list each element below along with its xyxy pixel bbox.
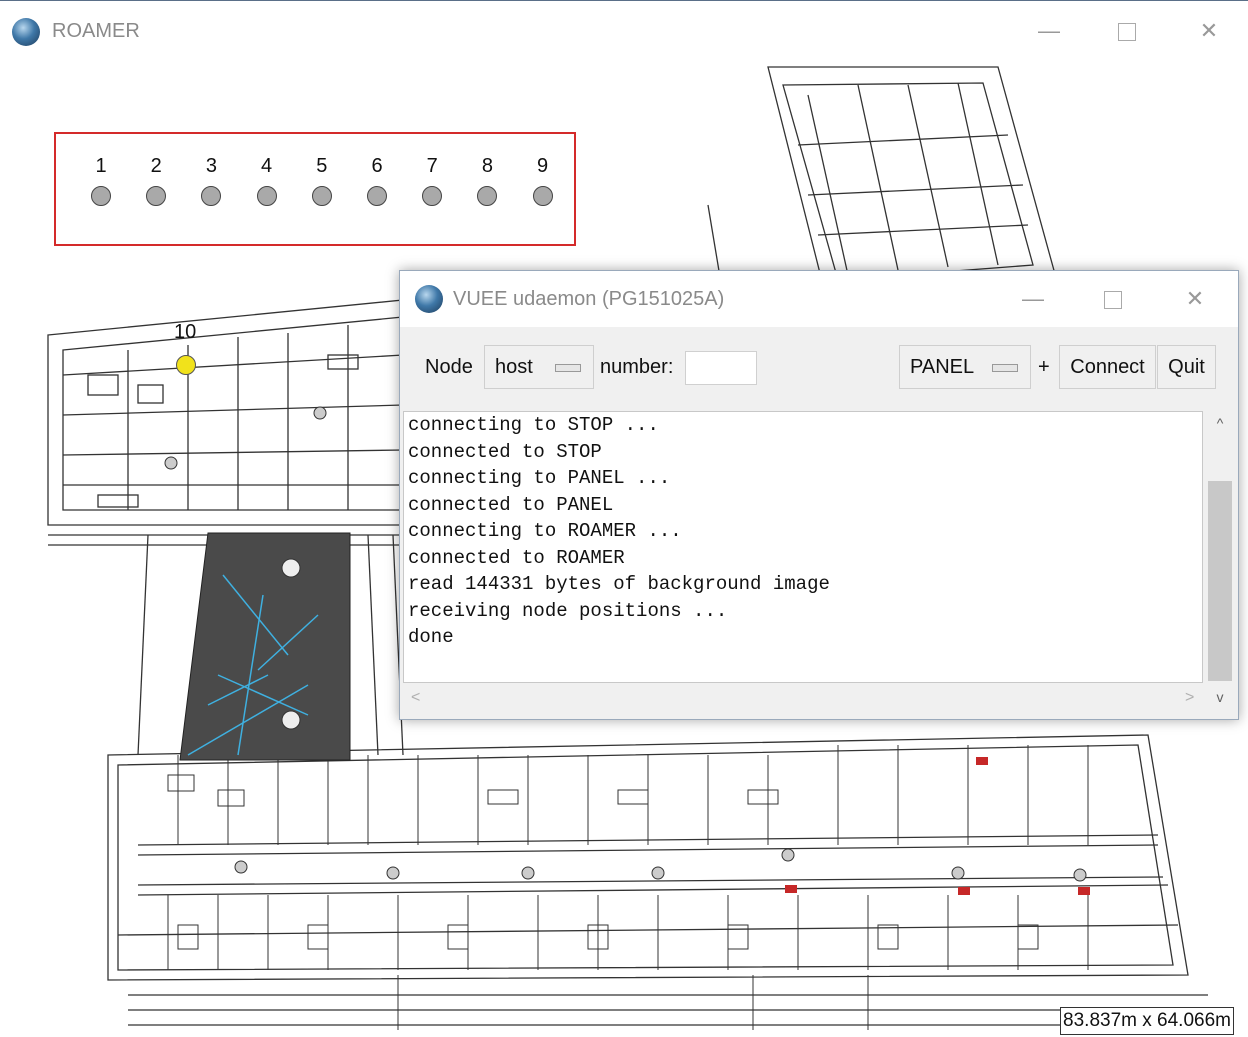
panel-node-led[interactable] [367, 186, 387, 206]
scroll-thumb[interactable] [1208, 481, 1232, 681]
connect-button[interactable]: Connect [1059, 345, 1156, 389]
target-select[interactable]: PANEL [899, 345, 1031, 389]
dropdown-indicator-icon [992, 364, 1018, 372]
panel-node-5[interactable]: 5 [307, 154, 337, 206]
dialog-title: VUEE udaemon (PG151025A) [453, 288, 725, 310]
horizontal-scrollbar[interactable]: < > [403, 685, 1203, 715]
quit-button[interactable]: Quit [1157, 345, 1216, 389]
log-line: read 144331 bytes of background image [408, 573, 830, 595]
panel-node-6[interactable]: 6 [362, 154, 392, 206]
maximize-icon [1104, 291, 1122, 310]
log-line: connecting to PANEL ... [408, 467, 671, 489]
panel-node-led[interactable] [146, 186, 167, 206]
panel-node-number: 2 [150, 155, 162, 177]
panel-node-2[interactable]: 2 [141, 154, 171, 206]
panel-node-number: 5 [316, 155, 328, 177]
plus-label: + [1038, 356, 1050, 378]
target-value: PANEL [910, 356, 975, 378]
node-label: Node [425, 356, 473, 378]
panel-node-7[interactable]: 7 [417, 154, 447, 206]
roamer-window-title: ROAMER [52, 20, 140, 42]
panel-node-number: 9 [537, 155, 549, 177]
log-line: receiving node positions ... [408, 599, 728, 622]
dialog-maximize-button[interactable] [1090, 279, 1136, 319]
panel-node-9[interactable]: 9 [528, 154, 558, 206]
panel-node-number: 7 [426, 155, 438, 177]
panel-node-4[interactable]: 4 [252, 154, 282, 206]
panel-node-led[interactable] [256, 186, 277, 206]
panel-node-led[interactable] [422, 186, 443, 206]
roamer-window: ROAMER — ✕ 1 2 3 4 5 6 7 8 9 10 83.837m … [0, 0, 1248, 1037]
scale-readout: 83.837m x 64.066m [1060, 1007, 1234, 1035]
scroll-left-icon[interactable]: < [411, 689, 420, 707]
panel-node-number: 3 [205, 155, 217, 177]
log-line: done [408, 626, 454, 648]
globe-app-icon [415, 285, 443, 313]
panel-node-led[interactable] [311, 186, 332, 206]
maximize-icon [1118, 23, 1136, 42]
panel-node-number: 4 [261, 155, 273, 177]
node-10-label: 10 [174, 321, 197, 343]
close-button[interactable]: ✕ [1186, 11, 1232, 51]
number-label: number: [600, 356, 674, 378]
node-type-value: host [495, 356, 533, 378]
vuee-udaemon-dialog: VUEE udaemon (PG151025A) — ✕ Node host n… [399, 270, 1239, 720]
globe-app-icon [12, 18, 40, 46]
dialog-titlebar[interactable]: VUEE udaemon (PG151025A) — ✕ [400, 271, 1238, 327]
panel-node-led[interactable] [532, 186, 553, 206]
node-10-indicator[interactable] [176, 355, 196, 375]
log-line: connected to PANEL [408, 493, 614, 516]
panel-node-box: 1 2 3 4 5 6 7 8 9 [54, 132, 576, 246]
log-line: connecting to ROAMER ... [408, 520, 682, 542]
log-line: connecting to STOP ... [408, 414, 659, 436]
log-output[interactable]: connecting to STOP ... connected to STOP c… [403, 411, 1203, 683]
vertical-scrollbar[interactable]: ^ v [1206, 411, 1234, 715]
dialog-close-button[interactable]: ✕ [1172, 279, 1218, 319]
scroll-down-icon[interactable]: v [1206, 689, 1234, 705]
panel-node-number: 8 [481, 155, 493, 177]
panel-node-8[interactable]: 8 [472, 154, 502, 206]
panel-node-led[interactable] [477, 186, 498, 206]
maximize-button[interactable] [1104, 11, 1150, 51]
scroll-up-icon[interactable]: ^ [1206, 415, 1234, 431]
panel-node-3[interactable]: 3 [196, 154, 226, 206]
panel-node-number: 1 [95, 155, 107, 177]
log-line: connected to STOP [408, 440, 602, 463]
panel-node-number: 6 [371, 155, 383, 177]
panel-node-led[interactable] [91, 186, 111, 206]
scroll-right-icon[interactable]: > [1185, 689, 1194, 707]
dialog-minimize-button[interactable]: — [1010, 279, 1056, 319]
panel-node-led[interactable] [201, 186, 222, 206]
panel-node-1[interactable]: 1 [86, 154, 116, 206]
node-type-select[interactable]: host [484, 345, 594, 389]
number-field[interactable] [685, 351, 757, 385]
dropdown-indicator-icon [555, 364, 581, 372]
minimize-button[interactable]: — [1026, 11, 1072, 51]
log-line: connected to ROAMER [408, 546, 625, 569]
roamer-titlebar[interactable]: ROAMER — ✕ [0, 1, 1248, 55]
